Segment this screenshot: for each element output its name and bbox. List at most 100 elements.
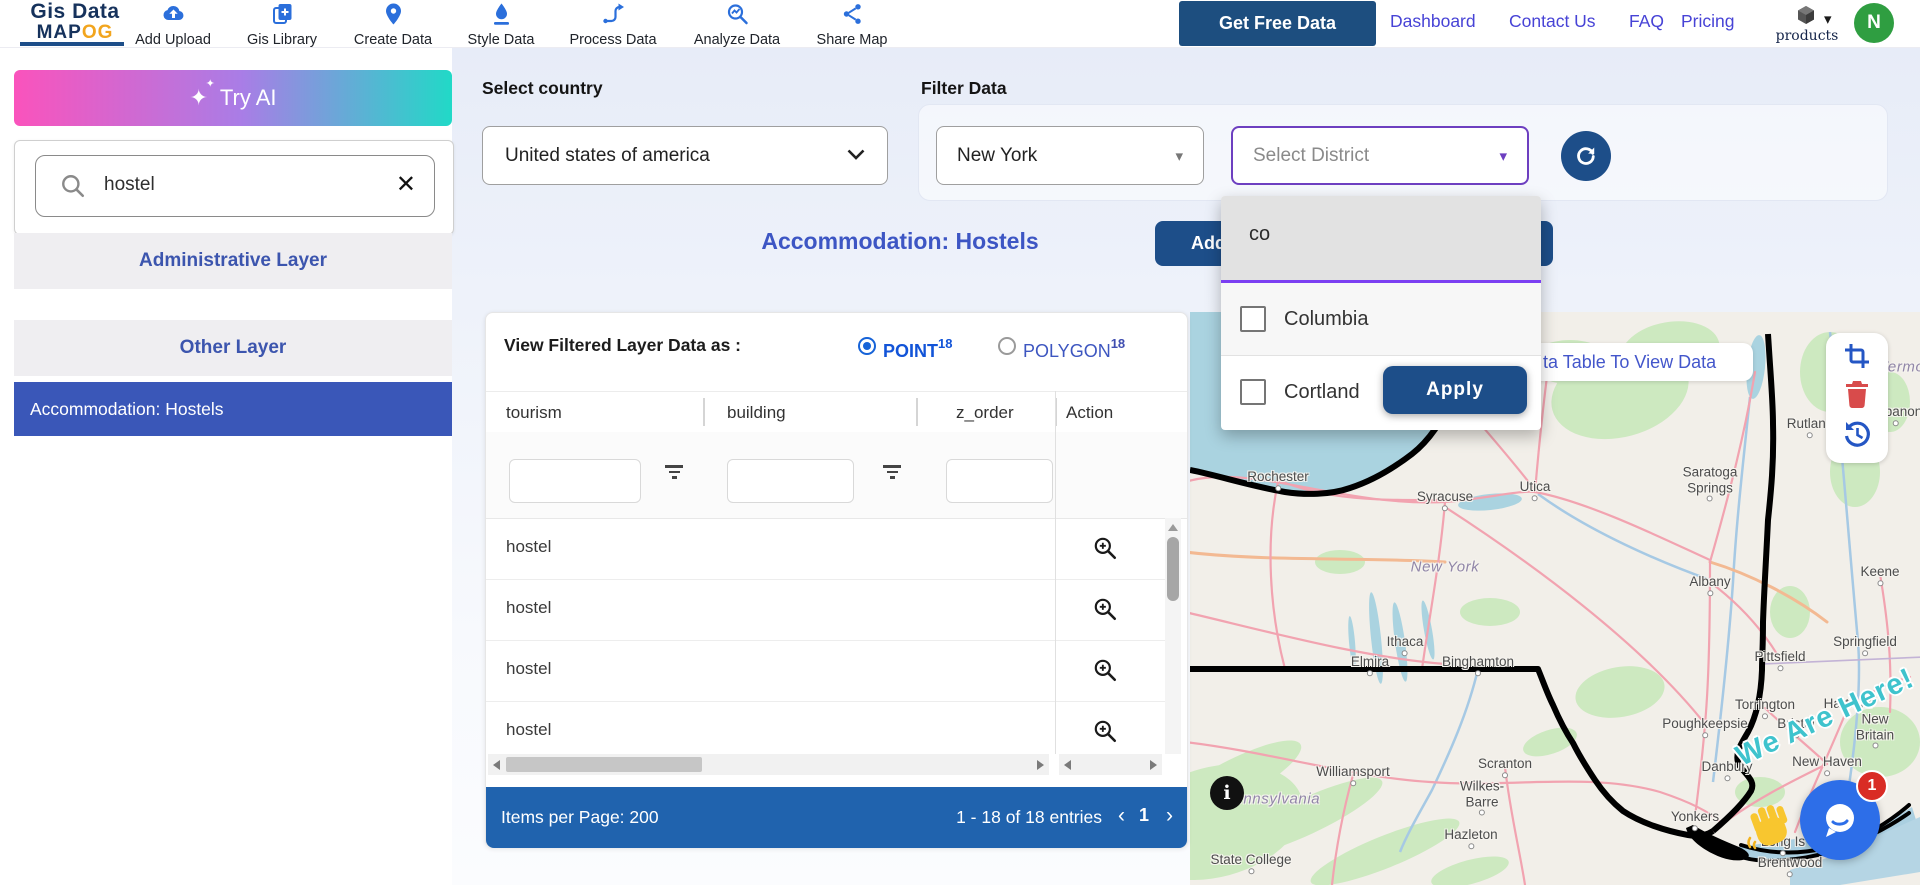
table-row[interactable]: hostel bbox=[486, 518, 1165, 580]
column-header-tourism[interactable]: tourism bbox=[506, 403, 562, 423]
layer-search-input[interactable] bbox=[102, 162, 386, 208]
checkbox-icon[interactable] bbox=[1240, 306, 1266, 332]
scroll-up-arrow[interactable] bbox=[1168, 524, 1178, 531]
point-radio-label[interactable]: POINT18 bbox=[883, 336, 952, 362]
scroll-thumb[interactable] bbox=[506, 757, 702, 772]
entries-label: 1 - 18 of 18 entries bbox=[956, 807, 1102, 827]
building-filter-input[interactable] bbox=[727, 459, 854, 503]
polygon-radio[interactable] bbox=[998, 337, 1016, 355]
chevron-down-icon bbox=[847, 147, 865, 164]
ink-drop-icon bbox=[493, 3, 509, 25]
try-ai-label: Try AI bbox=[219, 85, 277, 110]
caret-down-icon: ▾ bbox=[1499, 147, 1507, 165]
nav-item-share-map[interactable]: Share Map bbox=[794, 2, 910, 48]
table-row[interactable]: hostel bbox=[486, 640, 1165, 702]
pagination-bar: Items per Page: 200 1 - 18 of 18 entries… bbox=[486, 787, 1187, 848]
layer-search-card: ✕ bbox=[14, 140, 454, 235]
workflow-icon bbox=[602, 3, 624, 24]
state-select[interactable]: New York ▾ bbox=[936, 126, 1204, 185]
action-horizontal-scrollbar[interactable] bbox=[1059, 754, 1162, 775]
prev-page-chevron[interactable]: ‹ bbox=[1118, 804, 1125, 828]
scroll-right-arrow[interactable] bbox=[1150, 760, 1157, 770]
district-option-label: Columbia bbox=[1284, 307, 1369, 330]
nav-link-pricing[interactable]: Pricing bbox=[1681, 11, 1735, 32]
filter-icon[interactable] bbox=[882, 465, 902, 481]
refresh-button[interactable] bbox=[1561, 131, 1611, 181]
z-order-filter-input[interactable] bbox=[946, 459, 1053, 503]
district-option-columbia[interactable]: Columbia bbox=[1221, 283, 1541, 356]
current-page-number[interactable]: 1 bbox=[1139, 805, 1149, 826]
point-radio[interactable] bbox=[858, 337, 876, 355]
chat-unread-badge: 1 bbox=[1856, 770, 1888, 802]
country-select-value: United states of america bbox=[505, 144, 710, 166]
nav-item-process-data[interactable]: Process Data bbox=[555, 2, 671, 48]
table-horizontal-scrollbar[interactable] bbox=[488, 754, 1049, 775]
nav-item-add-upload[interactable]: Add Upload bbox=[115, 2, 231, 48]
zoom-to-feature-icon[interactable] bbox=[1092, 535, 1118, 566]
view-as-label: View Filtered Layer Data as : bbox=[504, 335, 742, 355]
waving-hand-icon bbox=[1742, 800, 1802, 861]
items-per-page-label: Items per Page: 200 bbox=[501, 807, 659, 827]
data-table-hint-banner: ta Table To View Data bbox=[1505, 343, 1753, 381]
district-search-input[interactable] bbox=[1247, 222, 1511, 247]
library-add-icon bbox=[272, 4, 291, 24]
district-option-label: Cortland bbox=[1284, 380, 1360, 403]
country-select[interactable]: United states of america bbox=[482, 126, 888, 185]
zoom-to-feature-icon[interactable] bbox=[1092, 596, 1118, 627]
products-label: products bbox=[1775, 28, 1839, 44]
map-tools-panel bbox=[1826, 333, 1888, 463]
scroll-right-arrow[interactable] bbox=[1037, 760, 1044, 770]
upload-cloud-icon bbox=[162, 5, 183, 21]
table-row[interactable]: hostel bbox=[486, 579, 1165, 641]
user-avatar[interactable]: N bbox=[1854, 3, 1894, 43]
table-row[interactable]: hostel bbox=[486, 701, 1165, 754]
sidebar-item-accommodation-hostels[interactable]: Accommodation: Hostels bbox=[14, 382, 452, 436]
column-header-building[interactable]: building bbox=[727, 403, 786, 423]
divider bbox=[486, 391, 1187, 392]
district-select[interactable]: Select District ▾ bbox=[1231, 126, 1529, 185]
sidebar-section-other-layer[interactable]: Other Layer bbox=[14, 320, 452, 376]
info-button[interactable]: i bbox=[1210, 776, 1244, 810]
column-separator bbox=[703, 398, 705, 426]
next-page-chevron[interactable]: › bbox=[1166, 804, 1173, 828]
sidebar-section-administrative-layer[interactable]: Administrative Layer bbox=[14, 233, 452, 289]
map-pin-icon bbox=[385, 3, 401, 25]
scroll-thumb[interactable] bbox=[1167, 537, 1179, 601]
column-separator bbox=[916, 398, 918, 426]
filter-icon[interactable] bbox=[664, 465, 684, 481]
zoom-to-feature-icon[interactable] bbox=[1092, 718, 1118, 749]
caret-down-icon[interactable]: ▾ bbox=[1824, 10, 1832, 28]
crop-icon[interactable] bbox=[1842, 341, 1872, 376]
chat-bubble-icon bbox=[1826, 804, 1854, 837]
get-free-data-button[interactable]: Get Free Data bbox=[1179, 1, 1376, 46]
nav-link-contact-us[interactable]: Contact Us bbox=[1509, 11, 1596, 32]
scroll-left-arrow[interactable] bbox=[1064, 760, 1071, 770]
zoom-to-feature-icon[interactable] bbox=[1092, 657, 1118, 688]
try-ai-button[interactable]: ✦ ✦ Try AI bbox=[14, 70, 452, 126]
app-logo[interactable]: Gis Data MAPOG bbox=[20, 1, 130, 42]
delete-icon[interactable] bbox=[1843, 379, 1871, 414]
filter-data-label: Filter Data bbox=[921, 78, 1007, 98]
scroll-left-arrow[interactable] bbox=[493, 760, 500, 770]
polygon-radio-label[interactable]: POLYGON18 bbox=[1023, 336, 1125, 362]
history-icon[interactable] bbox=[1841, 418, 1873, 455]
tourism-filter-input[interactable] bbox=[509, 459, 641, 503]
caret-down-icon: ▾ bbox=[1175, 147, 1183, 165]
sparkle-icon: ✦ ✦ bbox=[189, 78, 215, 110]
nav-item-analyze-data[interactable]: Analyze Data bbox=[679, 2, 795, 48]
select-country-label: Select country bbox=[482, 78, 603, 98]
nav-link-dashboard[interactable]: Dashboard bbox=[1390, 11, 1476, 32]
column-header-z-order[interactable]: z_order bbox=[956, 403, 1014, 423]
nav-item-gis-library[interactable]: Gis Library bbox=[224, 2, 340, 48]
close-icon[interactable]: ✕ bbox=[396, 170, 416, 199]
nav-item-style-data[interactable]: Style Data bbox=[443, 2, 559, 48]
table-vertical-scrollbar[interactable] bbox=[1165, 518, 1181, 754]
sidebar: ✦✦ Try AI ✕ Administrative Layer Other L… bbox=[0, 47, 454, 885]
refresh-icon bbox=[1577, 147, 1595, 165]
checkbox-icon[interactable] bbox=[1240, 379, 1266, 405]
search-icon bbox=[60, 173, 86, 204]
cube-icon bbox=[1798, 6, 1814, 24]
nav-item-create-data[interactable]: Create Data bbox=[335, 2, 451, 48]
nav-link-faq[interactable]: FAQ bbox=[1629, 11, 1664, 32]
apply-button[interactable]: Apply bbox=[1383, 366, 1527, 414]
